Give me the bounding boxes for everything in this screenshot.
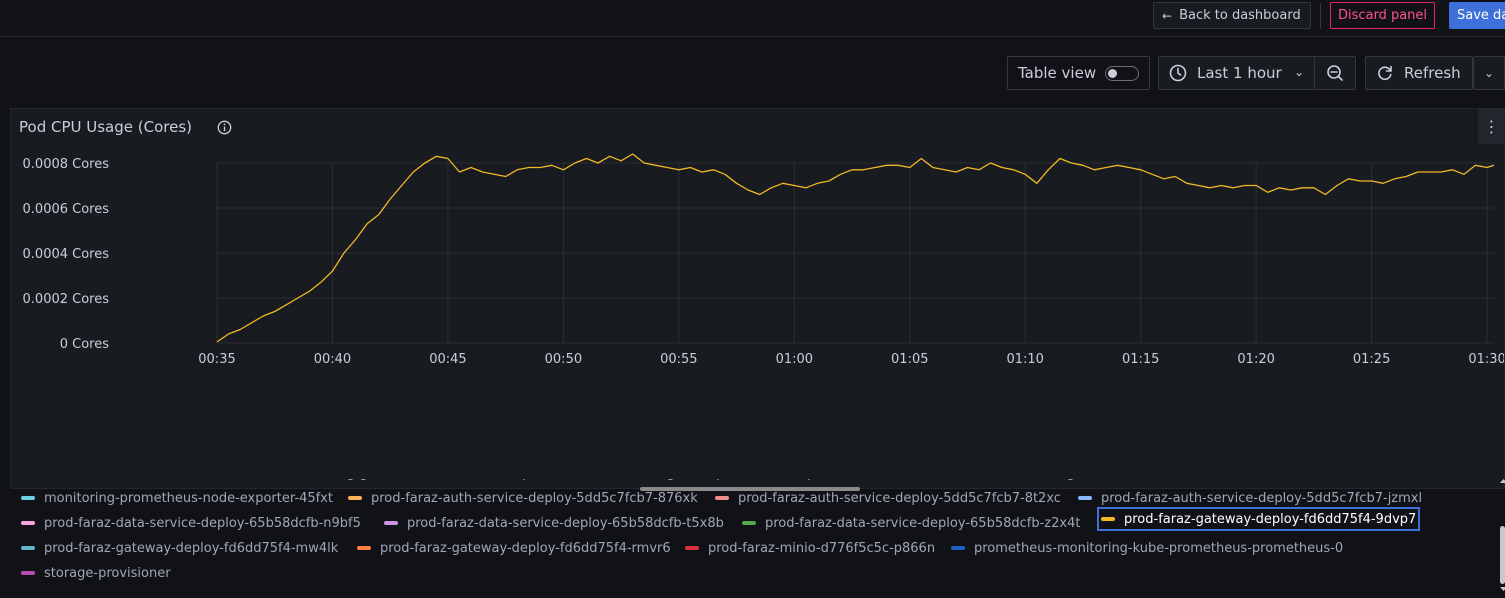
table-view-label: Table view [1018, 64, 1097, 82]
scroll-down-arrow[interactable] [1500, 587, 1505, 591]
legend-scrollbar[interactable] [1497, 476, 1505, 594]
zoom-out-button[interactable] [1314, 56, 1356, 90]
switch-knob [1108, 69, 1117, 78]
toolbar-divider [1320, 3, 1321, 29]
legend-swatch [357, 546, 371, 550]
series-line [216, 153, 1495, 343]
x-tick-label: 00:35 [198, 352, 235, 367]
x-tick-label: 00:45 [429, 352, 466, 367]
legend-label: prometheus-monitoring-kube-prometheus-pr… [974, 540, 1344, 556]
scrollbar-thumb[interactable] [1500, 526, 1505, 584]
legend-item[interactable]: monitoring-grafana-5c546d645b-r7vpr [261, 479, 536, 483]
legend-item[interactable]: monitoring-kube-state-metrics-7c4bdd9c57… [981, 479, 1333, 483]
legend-label: monitoring-prometheus-node-exporter-45fx… [44, 490, 333, 506]
legend-label: prod-faraz-gateway-deploy-fd6dd75f4-mw4l… [44, 540, 339, 556]
refresh-interval-dropdown[interactable]: ⌄ [1473, 56, 1505, 90]
legend-item[interactable]: prod-faraz-gateway-deploy-fd6dd75f4-rmvr… [357, 538, 671, 558]
legend-swatch [1078, 496, 1092, 500]
legend-item[interactable]: prod-faraz-gateway-deploy-fd6dd75f4-9dvp… [1097, 507, 1421, 531]
refresh-button[interactable]: Refresh [1365, 56, 1473, 90]
legend-swatch [685, 546, 699, 550]
legend-item[interactable]: prometheus-monitoring-kube-prometheus-pr… [951, 538, 1343, 558]
legend-item[interactable]: prod-faraz-data-service-deploy-65b58dcfb… [21, 513, 361, 533]
back-to-dashboard-button[interactable]: ← Back to dashboard [1153, 2, 1311, 29]
x-tick-label: 01:30 [1468, 352, 1504, 367]
legend-item[interactable]: prod-faraz-minio-d776f5c5c-p866n [685, 538, 935, 558]
discard-panel-label: Discard panel [1337, 8, 1428, 23]
legend-label: monitoring-kube-state-metrics-7c4bdd9c57… [1004, 479, 1333, 481]
y-tick-label: 0.0008 Cores [23, 157, 110, 172]
legend-label: metrics-server-7fbb699795-55f8d [44, 479, 264, 481]
legend-label: prod-faraz-gateway-deploy-fd6dd75f4-rmvr… [380, 540, 671, 556]
legend-item[interactable]: prod-faraz-data-service-deploy-65b58dcfb… [742, 513, 1080, 533]
save-dashboard-label: Save da [1457, 8, 1505, 23]
x-tick-label: 01:00 [776, 352, 813, 367]
x-tick-label: 00:55 [660, 352, 697, 367]
discard-panel-button[interactable]: Discard panel [1330, 2, 1435, 29]
legend-item[interactable]: prod-faraz-auth-service-deploy-5dd5c7fcb… [348, 488, 698, 508]
x-tick-label: 00:50 [545, 352, 582, 367]
y-tick-label: 0.0004 Cores [23, 247, 110, 262]
y-tick-label: 0 Cores [60, 337, 109, 352]
legend-swatch [21, 521, 35, 525]
legend-item[interactable]: monitoring-prometheus-node-exporter-45fx… [21, 488, 333, 508]
legend-label: storage-provisioner [44, 565, 171, 581]
scroll-up-arrow[interactable] [1500, 479, 1505, 483]
legend-label: monitoring-kube-prometheus-operator-706d… [604, 479, 985, 481]
x-tick-label: 01:05 [891, 352, 928, 367]
legend-swatch [742, 521, 756, 525]
legend-swatch [384, 521, 398, 525]
legend-label: prod-faraz-auth-service-deploy-5dd5c7fcb… [1101, 490, 1423, 506]
table-view-switch[interactable] [1105, 66, 1139, 81]
legend-item[interactable]: storage-provisioner [21, 563, 171, 583]
x-tick-label: 01:15 [1122, 352, 1159, 367]
legend-swatch [348, 496, 362, 500]
refresh-icon [1378, 65, 1392, 81]
y-tick-label: 0.0006 Cores [23, 202, 110, 217]
back-to-dashboard-label: Back to dashboard [1179, 8, 1301, 23]
x-tick-label: 01:25 [1353, 352, 1390, 367]
x-tick-label: 01:20 [1237, 352, 1274, 367]
legend-label: monitoring-grafana-5c546d645b-r7vpr [284, 479, 536, 481]
x-tick-label: 01:10 [1006, 352, 1043, 367]
top-bar: ← Back to dashboard Discard panel Save d… [0, 0, 1505, 37]
y-tick-label: 0.0002 Cores [23, 292, 110, 307]
horizontal-scrollbar[interactable] [640, 487, 860, 491]
chevron-down-icon: ⌄ [1483, 66, 1495, 80]
table-view-toggle[interactable]: Table view [1007, 56, 1150, 90]
legend-label: prod-faraz-minio-d776f5c5c-p866n [708, 540, 936, 556]
legend-swatch [21, 496, 35, 500]
panel: Pod CPU Usage (Cores) ⋮ 0 Cores 0.0002 Co… [10, 108, 1505, 591]
zoom-out-icon [1327, 65, 1343, 81]
legend-label: prod-faraz-auth-service-deploy-5dd5c7fcb… [371, 490, 698, 506]
time-range-picker[interactable]: Last 1 hour ⌄ [1158, 56, 1315, 90]
legend-item[interactable]: metrics-server-7fbb699795-55f8d [21, 479, 264, 483]
legend-label: prod-faraz-auth-service-deploy-5dd5c7fcb… [738, 490, 1061, 506]
time-series-chart[interactable]: 0 Cores 0.0002 Cores 0.0004 Cores 0.0006 Co… [11, 109, 1504, 374]
legend-item[interactable]: prod-faraz-auth-service-deploy-5dd5c7fcb… [1078, 488, 1422, 508]
legend-swatch [21, 571, 35, 575]
chevron-down-icon: ⌄ [1293, 65, 1304, 79]
legend-label: prod-faraz-gateway-deploy-fd6dd75f4-9dvp… [1124, 511, 1417, 527]
legend-swatch [951, 546, 965, 550]
legend: metrics-server-7fbb699795-55f8d monitorin… [21, 479, 1496, 597]
arrow-left-icon: ← [1162, 8, 1173, 23]
legend-swatch [715, 496, 729, 500]
legend-swatch [21, 546, 35, 550]
legend-item[interactable]: prod-faraz-data-service-deploy-65b58dcfb… [384, 513, 724, 533]
save-dashboard-button[interactable]: Save da [1449, 2, 1505, 29]
legend-item[interactable]: monitoring-kube-prometheus-operator-706d… [581, 479, 985, 483]
time-range-label: Last 1 hour [1197, 64, 1282, 82]
refresh-label: Refresh [1404, 64, 1461, 82]
clock-icon [1169, 64, 1187, 82]
legend-item[interactable]: prod-faraz-gateway-deploy-fd6dd75f4-mw4l… [21, 538, 338, 558]
x-tick-label: 00:40 [314, 352, 351, 367]
legend-item[interactable]: prod-faraz-auth-service-deploy-5dd5c7fcb… [715, 488, 1061, 508]
